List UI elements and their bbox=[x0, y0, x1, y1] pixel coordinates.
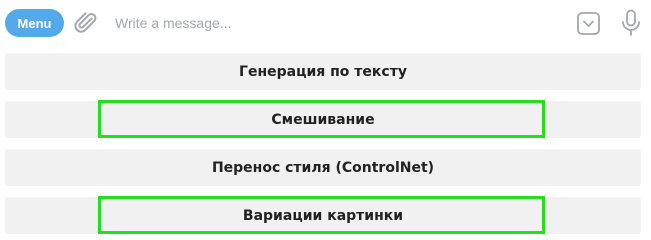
paperclip-icon[interactable] bbox=[74, 10, 98, 36]
keyboard-button-image-variations[interactable]: Вариации картинки bbox=[5, 196, 641, 234]
keyboard-button-style-transfer[interactable]: Перенос стиля (ControlNet) bbox=[5, 149, 641, 186]
keyboard-toggle-icon[interactable] bbox=[577, 12, 600, 35]
keyboard-button-mixing[interactable]: Смешивание bbox=[5, 100, 641, 138]
message-input[interactable] bbox=[115, 10, 555, 36]
keyboard-button-text-generation[interactable]: Генерация по тексту bbox=[5, 53, 641, 90]
keyboard-button-label: Генерация по тексту bbox=[239, 63, 407, 80]
microphone-icon[interactable] bbox=[621, 9, 641, 37]
bot-reply-keyboard: Генерация по тексту Смешивание Перенос с… bbox=[0, 46, 651, 238]
keyboard-button-label: Перенос стиля (ControlNet) bbox=[211, 159, 435, 176]
keyboard-button-label: Смешивание bbox=[271, 111, 375, 128]
message-composer: Menu bbox=[0, 0, 651, 46]
menu-button[interactable]: Menu bbox=[5, 9, 64, 37]
keyboard-button-label: Вариации картинки bbox=[242, 207, 404, 224]
